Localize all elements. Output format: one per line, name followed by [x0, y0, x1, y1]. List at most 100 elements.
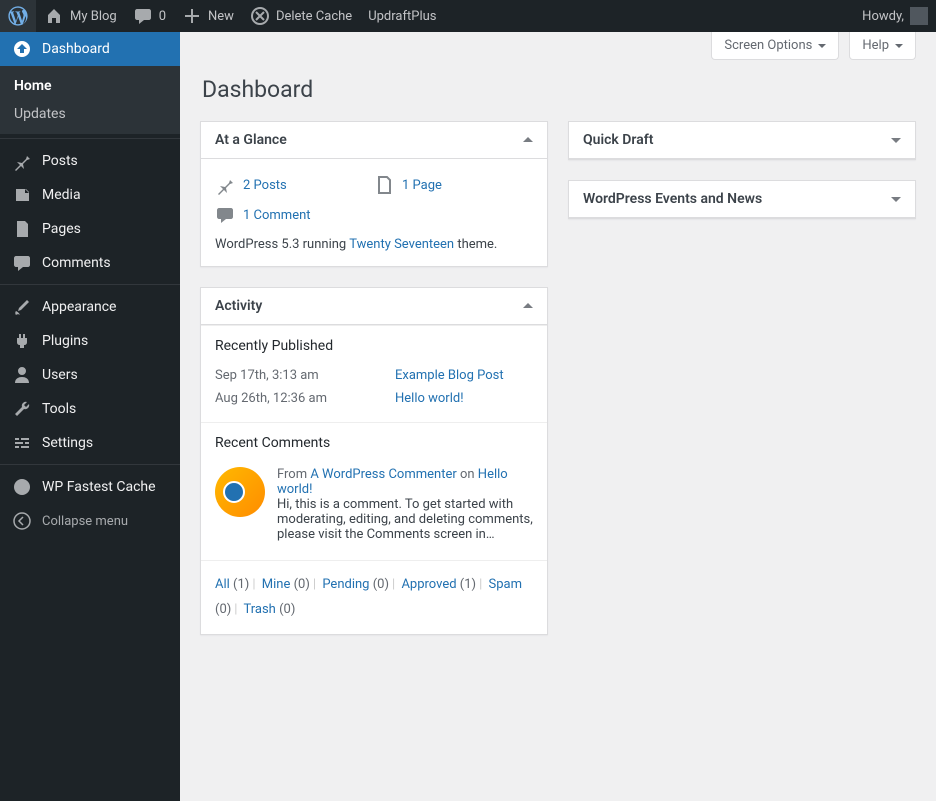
menu-wpfc-label: WP Fastest Cache [42, 479, 156, 495]
menu-appearance[interactable]: Appearance [0, 290, 180, 324]
filter-trash[interactable]: Trash [243, 602, 275, 617]
comments-bubble[interactable]: 0 [125, 0, 174, 32]
page-icon [374, 175, 394, 195]
cache-icon [250, 6, 270, 26]
post-date: Aug 26th, 12:36 am [215, 391, 395, 406]
menu-users-label: Users [42, 367, 78, 383]
post-link[interactable]: Hello world! [395, 391, 464, 406]
menu-plugins[interactable]: Plugins [0, 324, 180, 358]
new-label: New [208, 9, 234, 24]
media-icon [12, 185, 32, 205]
menu-comments[interactable]: Comments [0, 246, 180, 280]
dashboard-widgets: At a Glance 2 Posts 1 Page [200, 121, 916, 635]
recently-published: Recently Published Sep 17th, 3:13 am Exa… [201, 325, 547, 422]
post-date: Sep 17th, 3:13 am [215, 368, 395, 383]
filter-approved[interactable]: Approved [401, 577, 456, 592]
published-item: Sep 17th, 3:13 am Example Blog Post [215, 364, 533, 387]
new-content[interactable]: New [174, 0, 242, 32]
menu-posts[interactable]: Posts [0, 144, 180, 178]
glance-pages[interactable]: 1 Page [374, 171, 533, 199]
menu-tools[interactable]: Tools [0, 392, 180, 426]
submenu-updates[interactable]: Updates [0, 100, 180, 128]
column-left: At a Glance 2 Posts 1 Page [200, 121, 548, 635]
cheetah-icon [12, 477, 32, 497]
screen-options-tab[interactable]: Screen Options [711, 32, 839, 60]
updraft-label: UpdraftPlus [368, 9, 436, 24]
plug-icon [12, 331, 32, 351]
comment-author-link[interactable]: A WordPress Commenter [310, 467, 456, 482]
avatar [910, 7, 928, 25]
wp-version: WordPress 5.3 running Twenty Seventeen t… [215, 237, 533, 252]
delete-cache[interactable]: Delete Cache [242, 0, 360, 32]
post-link[interactable]: Example Blog Post [395, 368, 504, 383]
admin-menu: Dashboard Home Updates Posts Media Pages… [0, 32, 180, 801]
theme-link[interactable]: Twenty Seventeen [349, 237, 454, 252]
menu-plugins-label: Plugins [42, 333, 88, 349]
quick-draft-header[interactable]: Quick Draft [569, 122, 915, 159]
pin-icon [215, 175, 235, 195]
filter-mine[interactable]: Mine [262, 577, 291, 592]
glance-title: At a Glance [215, 132, 287, 148]
column-right: Quick Draft WordPress Events and News [568, 121, 916, 219]
menu-posts-label: Posts [42, 153, 78, 169]
events-news-header[interactable]: WordPress Events and News [569, 181, 915, 218]
recent-comments: Recent Comments From A WordPress Comment… [201, 422, 547, 560]
filter-spam[interactable]: Spam [489, 577, 523, 592]
widget-quick-draft: Quick Draft [568, 121, 916, 160]
wordpress-icon [8, 6, 28, 26]
comment-excerpt: Hi, this is a comment. To get started wi… [277, 497, 533, 542]
glance-header[interactable]: At a Glance [201, 122, 547, 159]
menu-settings-label: Settings [42, 435, 93, 451]
site-title: My Blog [70, 9, 117, 24]
glance-posts[interactable]: 2 Posts [215, 171, 374, 199]
user-icon [12, 365, 32, 385]
my-account[interactable]: Howdy, [854, 0, 936, 32]
recent-comments-heading: Recent Comments [215, 435, 533, 451]
toggle-icon[interactable] [523, 132, 533, 142]
menu-dashboard-label: Dashboard [42, 41, 110, 57]
comment-avatar [215, 467, 265, 517]
submenu-dashboard: Home Updates [0, 66, 180, 134]
brush-icon [12, 297, 32, 317]
updraftplus[interactable]: UpdraftPlus [360, 0, 444, 32]
menu-users[interactable]: Users [0, 358, 180, 392]
chevron-down-icon[interactable] [891, 138, 901, 148]
submenu-home[interactable]: Home [0, 72, 180, 100]
collapse-label: Collapse menu [42, 514, 128, 529]
menu-pages-label: Pages [42, 221, 81, 237]
main-content: Screen Options Help Dashboard At a Glanc… [180, 32, 936, 801]
filter-all[interactable]: All [215, 577, 230, 592]
menu-pages[interactable]: Pages [0, 212, 180, 246]
menu-tools-label: Tools [42, 401, 76, 417]
menu-media[interactable]: Media [0, 178, 180, 212]
comment-filters: All (1)| Mine (0)| Pending (0)| Approved… [201, 560, 547, 634]
delete-cache-label: Delete Cache [276, 9, 352, 24]
site-name[interactable]: My Blog [36, 0, 125, 32]
widget-at-a-glance: At a Glance 2 Posts 1 Page [200, 121, 548, 267]
wp-logo[interactable] [0, 0, 36, 32]
recently-published-heading: Recently Published [215, 338, 533, 354]
menu-comments-label: Comments [42, 255, 111, 271]
collapse-icon [12, 511, 32, 531]
menu-settings[interactable]: Settings [0, 426, 180, 460]
chevron-down-icon[interactable] [891, 197, 901, 207]
plus-icon [182, 6, 202, 26]
glance-comments[interactable]: 1 Comment [215, 199, 533, 225]
comments-count: 0 [159, 9, 166, 24]
help-tab[interactable]: Help [849, 32, 916, 60]
filter-pending[interactable]: Pending [322, 577, 369, 592]
howdy-label: Howdy, [862, 9, 904, 24]
activity-header[interactable]: Activity [201, 288, 547, 325]
toggle-icon[interactable] [523, 298, 533, 308]
comment-icon [133, 6, 153, 26]
menu-dashboard[interactable]: Dashboard [0, 32, 180, 66]
home-icon [44, 6, 64, 26]
widget-activity: Activity Recently Published Sep 17th, 3:… [200, 287, 548, 635]
comment-item: From A WordPress Commenter on Hello worl… [215, 461, 533, 548]
page-title: Dashboard [200, 64, 916, 107]
events-news-title: WordPress Events and News [583, 191, 762, 207]
dashboard-icon [12, 39, 32, 59]
menu-wpfc[interactable]: WP Fastest Cache [0, 470, 180, 504]
published-item: Aug 26th, 12:36 am Hello world! [215, 387, 533, 410]
collapse-menu[interactable]: Collapse menu [0, 504, 180, 538]
